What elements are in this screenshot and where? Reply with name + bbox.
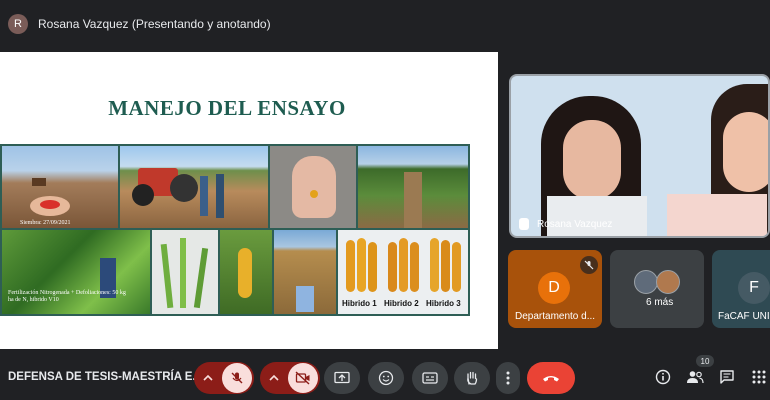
people-icon — [687, 371, 704, 384]
leave-call-button[interactable] — [527, 362, 575, 394]
mic-button[interactable] — [194, 362, 254, 394]
mic-off-icon[interactable] — [222, 363, 252, 393]
photo-young-corn — [358, 146, 468, 228]
mic-off-icon — [580, 256, 598, 274]
present-screen-button[interactable] — [324, 362, 360, 394]
participant-name-facaf: FaCAF UNI — [718, 311, 770, 322]
presenter-avatar: R — [8, 14, 28, 34]
sowing-caption: Siembra: 27/09/2021 — [20, 220, 71, 226]
emoji-icon — [378, 370, 394, 386]
end-call-icon — [543, 376, 559, 382]
photo-collage: Siembra: 27/09/2021 Fertilización Nitrog… — [0, 144, 470, 316]
info-icon — [655, 369, 671, 385]
photo-mature-field — [274, 230, 336, 314]
chat-button[interactable] — [718, 368, 736, 386]
camera-off-icon[interactable] — [288, 363, 318, 393]
participant-avatar-more-1 — [634, 270, 658, 294]
participant-more-count: 6 más — [646, 297, 674, 308]
meeting-title: DEFENSA DE TESIS-MAESTRÍA E... — [8, 371, 203, 383]
hybrid-label-2: Hibrido 2 — [384, 299, 419, 308]
meeting-details-button[interactable] — [654, 368, 672, 386]
chevron-up-icon[interactable] — [268, 371, 280, 389]
photo-corn-field-person: Fertilización Nitrogenada + Defoliacione… — [2, 230, 150, 314]
reactions-button[interactable] — [368, 362, 404, 394]
photo-tractor — [120, 146, 268, 228]
participant-tile-facaf[interactable]: F FaCAF UNI — [712, 250, 770, 328]
photo-field-tractor-hand: Siembra: 27/09/2021 — [2, 146, 118, 228]
participant-avatar-f: F — [738, 272, 770, 304]
slide-title: MANEJO DEL ENSAYO — [108, 96, 346, 120]
photo-corn-leaves — [152, 230, 218, 314]
captions-icon — [422, 372, 438, 384]
chat-icon — [720, 370, 734, 384]
participant-name-main: Rosana Vazquez — [537, 219, 613, 230]
fertilizer-caption: Fertilización Nitrogenada + Defoliacione… — [8, 290, 126, 303]
captions-button[interactable] — [412, 362, 448, 394]
raise-hand-icon — [467, 371, 478, 385]
photo-hybrid-ears: Hibrido 1 Hibrido 2 Hibrido 3 — [338, 230, 468, 314]
presented-slide[interactable]: MANEJO DEL ENSAYO Siembra: 27/09/2021 Fe… — [0, 52, 498, 349]
meeting-controls-bar: DEFENSA DE TESIS-MAESTRÍA E... — [0, 352, 770, 400]
photo-seed-hand — [270, 146, 356, 228]
more-options-button[interactable] — [496, 362, 520, 394]
participant-count-badge: 10 — [696, 355, 714, 367]
participant-tile-departamento[interactable]: D Departamento d... — [508, 250, 602, 328]
hybrid-label-1: Hibrido 1 — [342, 299, 377, 308]
camera-button[interactable] — [260, 362, 320, 394]
apps-grid-icon — [752, 370, 766, 384]
participant-video-main[interactable]: Rosana Vazquez — [509, 74, 770, 238]
participant-avatar-d: D — [538, 272, 570, 304]
more-vert-icon — [506, 371, 510, 385]
participant-tile-more[interactable]: 6 más — [610, 250, 704, 328]
activities-button[interactable] — [750, 368, 768, 386]
photo-corn-ear — [220, 230, 272, 314]
present-screen-icon — [334, 371, 350, 384]
chevron-up-icon[interactable] — [202, 371, 214, 389]
presenter-bar: R Rosana Vazquez (Presentando y anotando… — [0, 0, 770, 48]
hybrid-label-3: Hibrido 3 — [426, 299, 461, 308]
raise-hand-button[interactable] — [454, 362, 490, 394]
participant-name-departamento: Departamento d... — [515, 311, 596, 322]
presenter-label: Rosana Vazquez (Presentando y anotando) — [38, 17, 271, 31]
people-button[interactable] — [686, 368, 704, 386]
participant-avatar-more-2 — [656, 270, 680, 294]
